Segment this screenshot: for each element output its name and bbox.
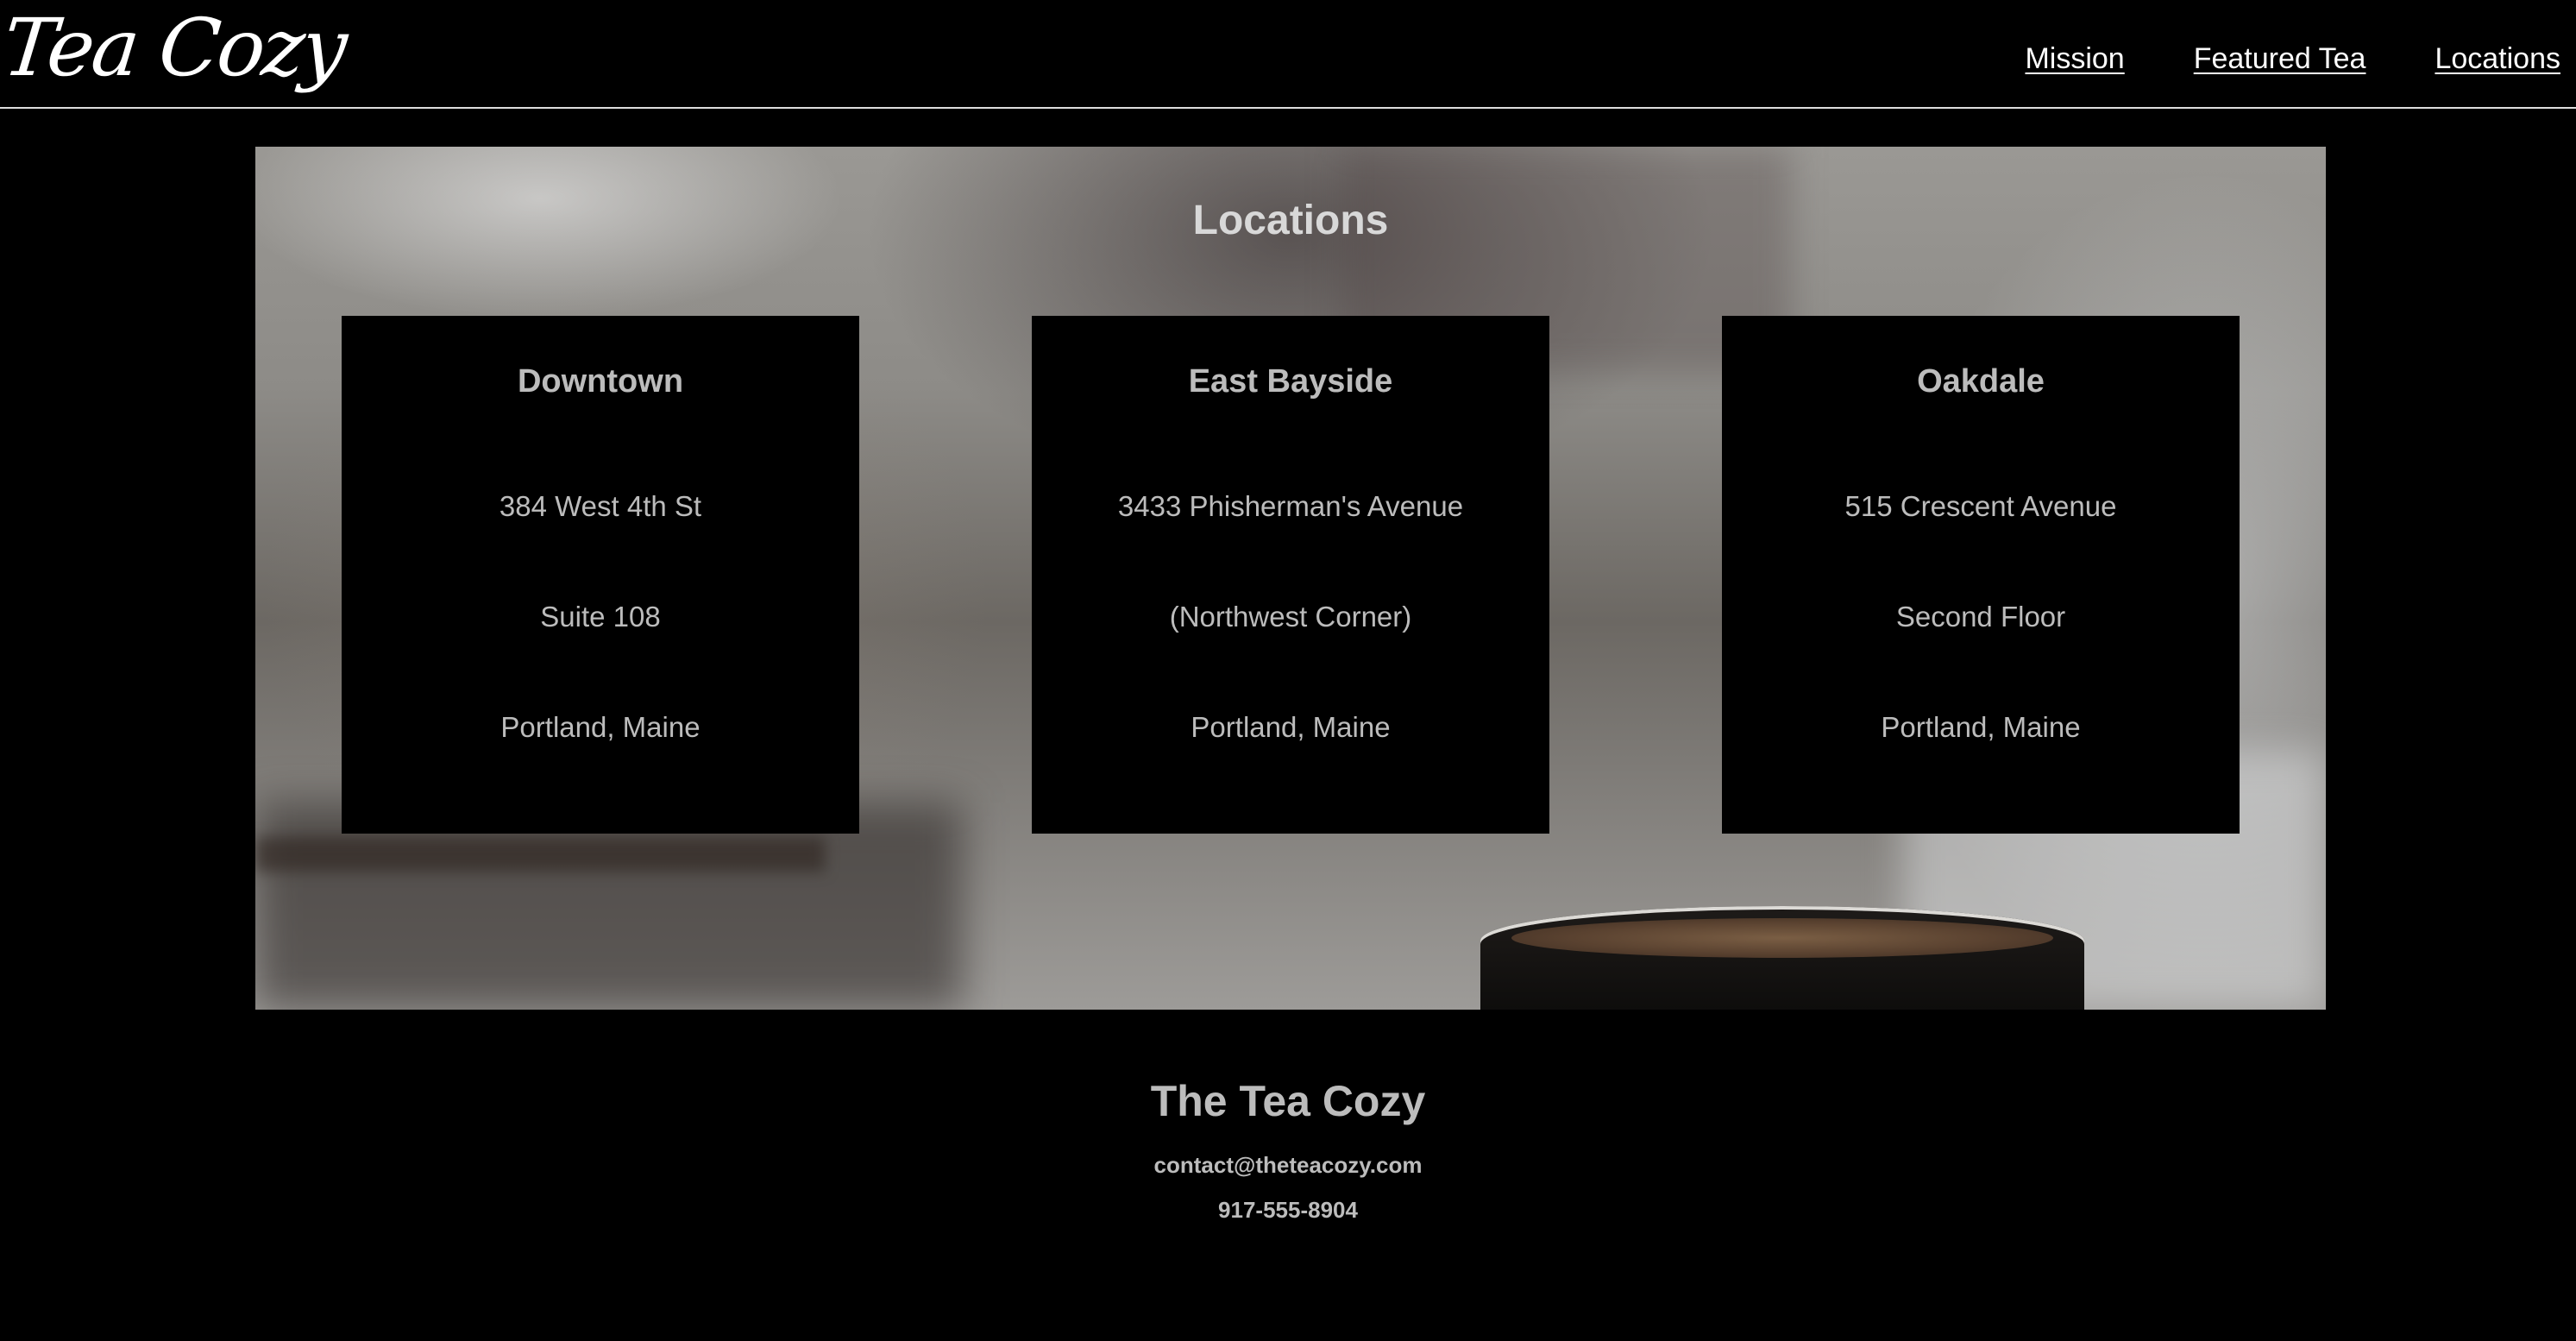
location-detail: Suite 108: [540, 601, 661, 633]
background-photo-table: [255, 803, 963, 1010]
location-name: Downtown: [517, 363, 684, 400]
location-detail: Second Floor: [1895, 601, 2066, 633]
location-name: Oakdale: [1917, 363, 2045, 400]
coffee-surface: [1511, 918, 2053, 958]
coffee-cup-image: [1480, 906, 2084, 1010]
nav-link-featured-tea[interactable]: Featured Tea: [2194, 38, 2366, 79]
nav-link-mission[interactable]: Mission: [2025, 38, 2124, 79]
location-card-east-bayside: East Bayside 3433 Phisherman's Avenue (N…: [1032, 316, 1549, 834]
main-nav: Mission Featured Tea Locations: [2025, 38, 2560, 79]
location-card-downtown: Downtown 384 West 4th St Suite 108 Portl…: [342, 316, 859, 834]
location-card-oakdale: Oakdale 515 Crescent Avenue Second Floor…: [1722, 316, 2240, 834]
location-street: 384 West 4th St: [499, 490, 702, 522]
site-header: Tea Cozy Mission Featured Tea Locations: [0, 0, 2576, 109]
site-logo[interactable]: Tea Cozy: [0, 2, 349, 94]
location-city: Portland, Maine: [1881, 711, 2081, 743]
footer-business-name: The Tea Cozy: [1150, 1077, 1426, 1125]
location-detail: (Northwest Corner): [1169, 601, 1412, 633]
location-street: 3433 Phisherman's Avenue: [1117, 490, 1464, 522]
location-city: Portland, Maine: [1191, 711, 1391, 743]
location-name: East Bayside: [1188, 363, 1393, 400]
nav-link-locations[interactable]: Locations: [2435, 38, 2560, 79]
footer-email[interactable]: contact@theteacozy.com: [0, 1149, 2576, 1180]
footer-phone[interactable]: 917-555-8904: [0, 1194, 2576, 1225]
location-street: 515 Crescent Avenue: [1844, 490, 2117, 522]
background-photo-bench: [255, 837, 825, 872]
locations-heading: Locations: [1192, 198, 1389, 243]
location-city: Portland, Maine: [500, 711, 701, 743]
locations-section: Locations Downtown 384 West 4th St Suite…: [255, 147, 2326, 1010]
